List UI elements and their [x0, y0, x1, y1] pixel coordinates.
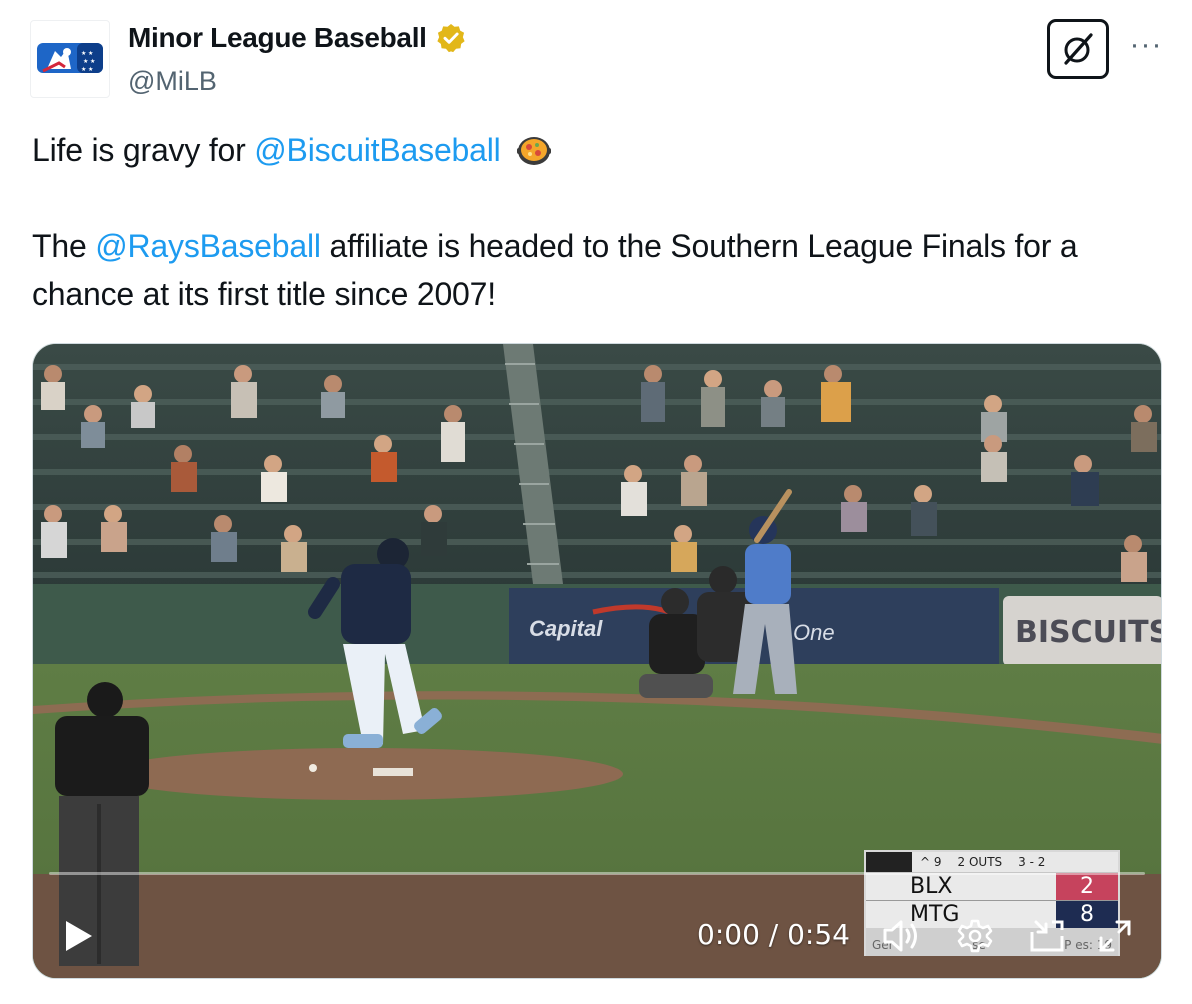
tweet-line-2: The @RaysBaseball affiliate is headed to… [32, 222, 1162, 318]
fullscreen-icon [1099, 920, 1131, 952]
milb-logo-icon: ★ ★ ★ ★ ★ ★ [37, 43, 103, 73]
tweet-line-1: Life is gravy for @BiscuitBaseball [32, 126, 1162, 174]
picture-in-picture-button[interactable] [1025, 914, 1069, 958]
author-handle[interactable]: @MiLB [128, 66, 467, 97]
grok-icon [1064, 33, 1093, 65]
author-block: Minor League Baseball @MiLB [128, 22, 467, 97]
grok-button[interactable] [1047, 19, 1109, 79]
play-icon [66, 921, 92, 951]
verified-badge-icon [437, 24, 465, 53]
tweet-text-segment: Life is gravy for [32, 132, 255, 168]
video-time: 0:00 / 0:54 [697, 918, 850, 951]
mention-raysbaseball[interactable]: @RaysBaseball [95, 228, 321, 264]
avatar[interactable]: ★ ★ ★ ★ ★ ★ [30, 20, 110, 98]
more-options-button[interactable]: ··· [1126, 28, 1166, 61]
settings-button[interactable] [953, 914, 997, 958]
speaker-icon [883, 920, 917, 952]
mute-button[interactable] [879, 914, 923, 958]
video-player[interactable]: Capital One BISCUITSB [32, 343, 1162, 979]
tweet-text: Life is gravy for @BiscuitBaseball The @… [32, 126, 1162, 318]
gear-icon [957, 919, 993, 953]
svg-text:★ ★: ★ ★ [83, 58, 95, 65]
video-progress-bar[interactable] [49, 872, 1145, 875]
mention-biscuitbaseball[interactable]: @BiscuitBaseball [254, 132, 500, 168]
svg-text:★ ★: ★ ★ [81, 50, 93, 57]
video-controls: 0:00 / 0:54 [33, 344, 1161, 978]
picture-in-picture-icon [1030, 920, 1064, 952]
svg-text:★ ★: ★ ★ [81, 66, 93, 73]
fullscreen-button[interactable] [1093, 914, 1137, 958]
play-button[interactable] [59, 916, 99, 956]
tweet-text-segment: The [32, 228, 96, 264]
shallow-pan-of-food-emoji [517, 137, 552, 165]
author-name[interactable]: Minor League Baseball [128, 22, 427, 54]
